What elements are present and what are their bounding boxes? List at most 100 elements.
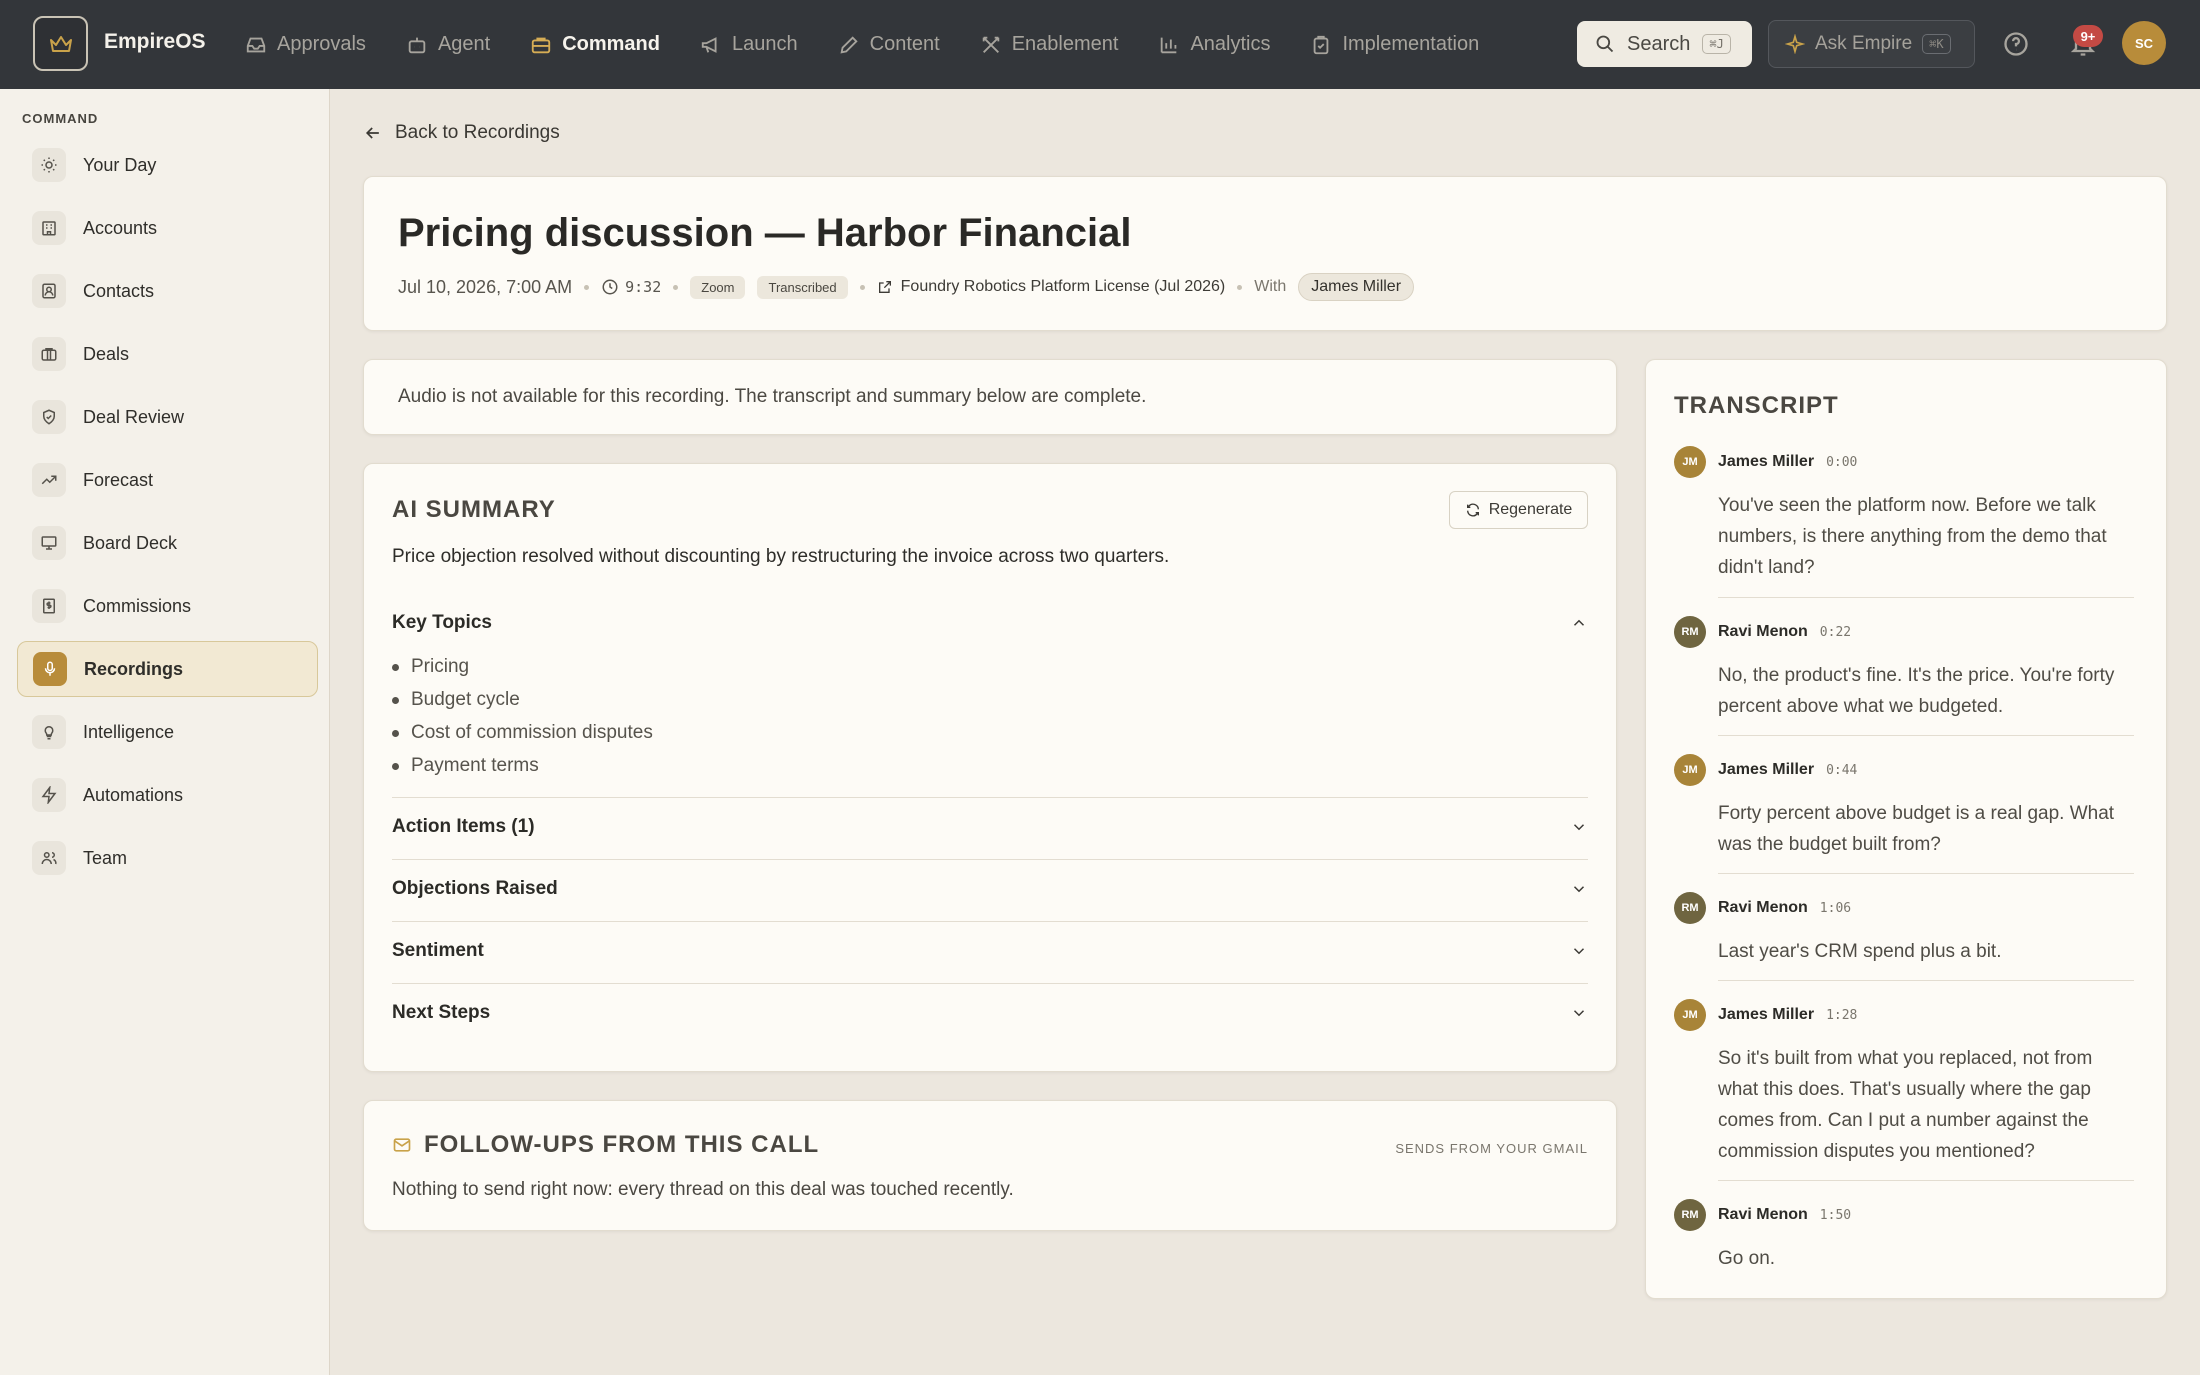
timestamp[interactable]: 1:50 [1820, 1208, 1851, 1223]
sidebar-item-automations[interactable]: Automations [17, 767, 318, 823]
ai-summary-card: AI SUMMARY Regenerate Price objection re… [363, 463, 1617, 1072]
timestamp[interactable]: 1:06 [1820, 901, 1851, 916]
transcript-text: Forty percent above budget is a real gap… [1718, 803, 2115, 855]
sidebar-item-label: Commissions [83, 595, 192, 616]
ask-empire-button[interactable]: Ask Empire ⌘K [1768, 20, 1975, 68]
transcript-entry-header: RM Ravi Menon 1:06 [1674, 892, 2134, 924]
avatar: JM [1674, 754, 1706, 786]
nav-implementation[interactable]: Implementation [1310, 33, 1479, 56]
sidebar-item-contacts[interactable]: Contacts [17, 263, 318, 319]
divider [392, 921, 1588, 922]
transcript-panel: TRANSCRIPT JM James Miller 0:00 You've s… [1645, 359, 2167, 1299]
recording-date: Jul 10, 2026, 7:00 AM [398, 276, 573, 297]
sidebar-heading: COMMAND [22, 111, 99, 126]
bullet [392, 762, 399, 770]
sparkle-icon [1785, 34, 1805, 54]
sidebar-item-your-day[interactable]: Your Day [17, 137, 318, 193]
accordion-label: Objections Raised [392, 878, 558, 899]
list-item: Cost of commission disputes [392, 722, 653, 744]
sidebar-item-board-deck[interactable]: Board Deck [17, 515, 318, 571]
sidebar: COMMAND Your Day Accounts Contacts Deals… [0, 89, 330, 1375]
separator-dot [673, 284, 679, 290]
accordion-objections[interactable]: Objections Raised [392, 878, 1588, 900]
followups-card: FOLLOW-UPS FROM THIS CALL SENDS FROM YOU… [363, 1100, 1617, 1231]
timestamp[interactable]: 0:22 [1820, 625, 1851, 640]
duration-value: 9:32 [625, 278, 662, 296]
sidebar-item-deals[interactable]: Deals [17, 326, 318, 382]
recording-header: Pricing discussion — Harbor Financial Ju… [363, 176, 2167, 331]
accordion-label: Action Items (1) [392, 816, 535, 837]
nav-content[interactable]: Content [838, 33, 940, 56]
external-link-icon [878, 281, 891, 293]
sidebar-item-recordings[interactable]: Recordings [17, 641, 318, 697]
speaker-name: James Miller [1718, 453, 1815, 470]
list-item: Payment terms [392, 755, 539, 777]
nav-label: Launch [732, 33, 798, 55]
list-item: Pricing [392, 656, 469, 678]
logo[interactable] [33, 16, 88, 71]
accordion-sentiment[interactable]: Sentiment [392, 940, 1588, 962]
clipboard-icon [1314, 35, 1329, 54]
briefcase-icon [32, 337, 66, 371]
separator-dot [584, 284, 590, 290]
sidebar-item-intelligence[interactable]: Intelligence [17, 704, 318, 760]
divider [1718, 597, 2134, 598]
bullet [392, 729, 399, 737]
transcript-entry: JM James Miller 0:44 Forty percent above… [1674, 754, 2134, 860]
sidebar-item-forecast[interactable]: Forecast [17, 452, 318, 508]
participant-chip[interactable]: James Miller [1298, 273, 1415, 301]
sidebar-item-commissions[interactable]: Commissions [17, 578, 318, 634]
deal-link[interactable]: Foundry Robotics Platform License (Jul 2… [877, 278, 1226, 296]
nav-approvals[interactable]: Approvals [245, 33, 366, 56]
clock-icon [602, 279, 618, 295]
back-to-recordings-link[interactable]: Back to Recordings [363, 122, 560, 144]
nav-command[interactable]: Command [530, 33, 660, 56]
transcript-entry-header: RM Ravi Menon 1:50 [1674, 1199, 2134, 1231]
trending-up-icon [32, 463, 66, 497]
chevron-down-icon [1573, 886, 1585, 893]
followups-text: Nothing to send right now: every thread … [392, 1179, 1014, 1200]
transcript-entry-header: JM James Miller 0:00 [1674, 446, 2134, 478]
chevron-down-icon [1573, 824, 1585, 831]
microphone-icon [33, 652, 67, 686]
accordion-next-steps[interactable]: Next Steps [392, 1002, 1588, 1024]
avatar[interactable]: SC [2122, 21, 2166, 65]
topic-label: Payment terms [411, 755, 539, 776]
timestamp[interactable]: 0:00 [1826, 455, 1857, 470]
notice-text: Audio is not available for this recordin… [398, 386, 1147, 407]
avatar: RM [1674, 1199, 1706, 1231]
timestamp[interactable]: 0:44 [1826, 763, 1857, 778]
timestamp[interactable]: 1:28 [1826, 1008, 1857, 1023]
transcript-text: You've seen the platform now. Before we … [1718, 495, 2107, 578]
regenerate-button[interactable]: Regenerate [1449, 491, 1588, 529]
sidebar-item-label: Contacts [83, 280, 155, 301]
nav-enablement[interactable]: Enablement [980, 33, 1119, 56]
bullet [392, 696, 399, 704]
separator-dot [1237, 284, 1243, 290]
swords-icon [982, 36, 999, 53]
sidebar-item-label: Recordings [84, 658, 184, 679]
arrow-left-icon [365, 127, 379, 139]
nav-analytics[interactable]: Analytics [1158, 33, 1270, 56]
help-icon[interactable] [2002, 30, 2030, 58]
followups-subtitle: SENDS FROM YOUR GMAIL [1395, 1141, 1588, 1156]
sidebar-item-accounts[interactable]: Accounts [17, 200, 318, 256]
presentation-icon [32, 526, 66, 560]
nav-launch[interactable]: Launch [700, 33, 798, 56]
sidebar-item-deal-review[interactable]: Deal Review [17, 389, 318, 445]
accordion-key-topics[interactable]: Key Topics [392, 612, 1588, 634]
nav-label: Enablement [1011, 33, 1119, 55]
ai-summary-title: AI SUMMARY [392, 496, 556, 523]
search-icon [1596, 35, 1614, 53]
shield-check-icon [32, 400, 66, 434]
nav-agent[interactable]: Agent [406, 33, 490, 56]
transcript-text: No, the product's fine. It's the price. … [1718, 665, 2115, 717]
deal-link-label: Foundry Robotics Platform License (Jul 2… [900, 278, 1226, 295]
with-label: With [1254, 278, 1287, 295]
sidebar-item-team[interactable]: Team [17, 830, 318, 886]
search-button[interactable]: Search ⌘J [1577, 21, 1752, 67]
ask-empire-label: Ask Empire [1815, 33, 1913, 54]
divider [1718, 873, 2134, 874]
accordion-action-items[interactable]: Action Items (1) [392, 816, 1588, 838]
avatar: JM [1674, 999, 1706, 1031]
